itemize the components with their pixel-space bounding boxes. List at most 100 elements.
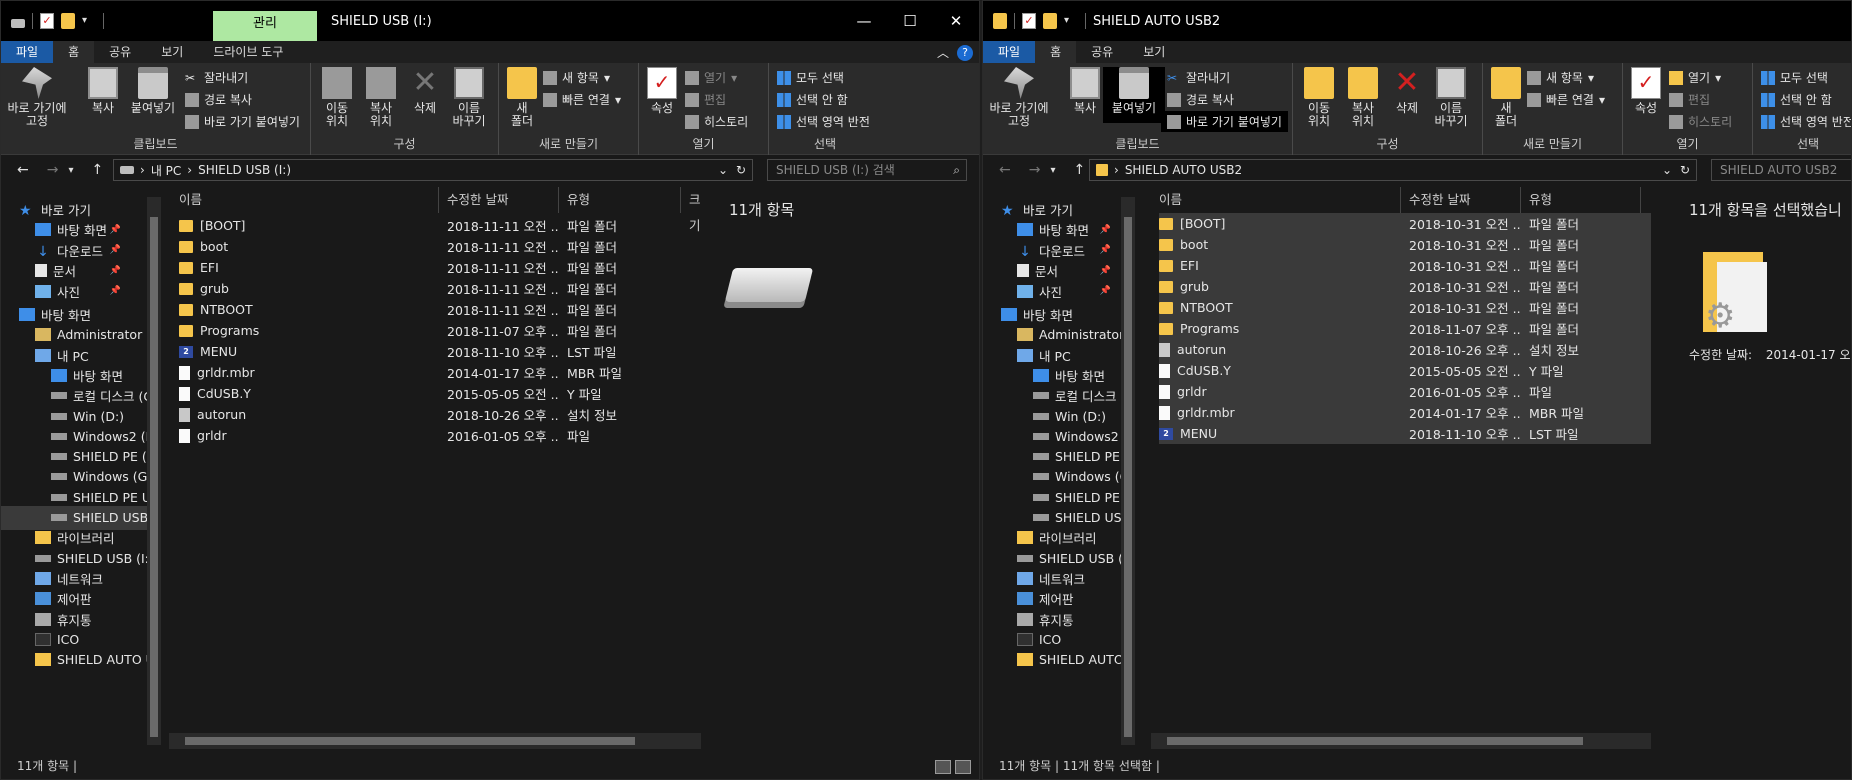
file-row[interactable]: [BOOT] 2018-11-11 오전 ... 파일 폴더	[179, 215, 699, 236]
back-button[interactable]: ←	[17, 162, 29, 180]
cut-button[interactable]: ✂ 잘라내기	[1167, 69, 1230, 86]
properties-button[interactable]: 속성	[645, 67, 679, 115]
copy-button[interactable]: 복사	[1065, 67, 1105, 115]
up-button[interactable]: ↑	[1074, 162, 1086, 180]
select-all-button[interactable]: 모두 선택	[777, 69, 844, 86]
column-date[interactable]: 수정한 날짜	[1401, 187, 1521, 213]
pin-icon[interactable]: 📌	[110, 225, 121, 235]
large-icons-view-icon[interactable]	[955, 760, 971, 774]
pin-quick-access-button[interactable]: 바로 가기에 고정	[7, 67, 67, 128]
maximize-button[interactable]: ☐	[887, 1, 933, 41]
history-button[interactable]: 히스토리	[1669, 113, 1732, 130]
tab-drive-tools[interactable]: 드라이브 도구	[198, 41, 298, 63]
properties-button[interactable]: 속성	[1629, 67, 1663, 115]
new-item-button[interactable]: 새 항목 ▾	[543, 69, 610, 86]
column-name[interactable]: 이름	[171, 187, 439, 213]
tab-file[interactable]: 파일	[1, 41, 54, 63]
breadcrumb-item[interactable]: SHIELD USB (I:)	[198, 163, 291, 177]
minimize-button[interactable]: —	[841, 1, 887, 41]
history-button[interactable]: 히스토리	[685, 113, 748, 130]
column-size[interactable]: 크기	[681, 187, 711, 233]
file-row[interactable]: CdUSB.Y 2015-05-05 오전 ... Y 파일	[1159, 360, 1651, 381]
nav-item[interactable]: 사진 📌	[1, 279, 161, 303]
forward-button[interactable]: →	[1029, 162, 1041, 180]
file-row[interactable]: grub 2018-11-11 오전 ... 파일 폴더	[179, 278, 699, 299]
new-item-button[interactable]: 새 항목 ▾	[1527, 69, 1594, 86]
file-row[interactable]: 2 MENU 2018-11-10 오후 ... LST 파일	[179, 341, 699, 362]
tab-home[interactable]: 홈	[53, 41, 95, 63]
search-input[interactable]: SHIELD USB (I:) 검색 ⌕	[767, 159, 967, 181]
new-folder-icon[interactable]	[61, 13, 75, 29]
customize-toolbar-icon[interactable]: ▾	[82, 13, 96, 29]
copy-path-button[interactable]: 경로 복사	[1167, 91, 1234, 108]
new-folder-button[interactable]: 새 폴더	[1491, 67, 1521, 128]
address-bar[interactable]: › SHIELD AUTO USB2 ⌄ ↻	[1089, 159, 1697, 181]
file-row[interactable]: CdUSB.Y 2015-05-05 오전 ... Y 파일	[179, 383, 699, 404]
refresh-icon[interactable]: ↻	[736, 163, 746, 177]
easy-access-button[interactable]: 빠른 연결 ▾	[1527, 91, 1605, 108]
paste-shortcut-button[interactable]: 바로 가기 붙여넣기	[1161, 111, 1288, 132]
invert-selection-button[interactable]: 선택 영역 반전	[1761, 113, 1851, 130]
file-row[interactable]: EFI 2018-11-11 오전 ... 파일 폴더	[179, 257, 699, 278]
file-row[interactable]: NTBOOT 2018-10-31 오전 ... 파일 폴더	[1159, 297, 1651, 318]
nav-item[interactable]: 사진 📌	[983, 279, 1131, 303]
pin-icon[interactable]: 📌	[1100, 225, 1111, 235]
tab-share[interactable]: 공유	[94, 41, 146, 63]
file-row[interactable]: grldr.mbr 2014-01-17 오후 ... MBR 파일	[1159, 402, 1651, 423]
rename-button[interactable]: 이름 바꾸기	[447, 67, 491, 128]
column-date[interactable]: 수정한 날짜	[439, 187, 559, 213]
new-folder-button[interactable]: 새 폴더	[507, 67, 537, 128]
move-to-button[interactable]: 이동 위치	[317, 67, 357, 128]
rename-button[interactable]: 이름 바꾸기	[1429, 67, 1473, 128]
pin-icon[interactable]: 📌	[1100, 245, 1111, 255]
close-button[interactable]: ✕	[933, 1, 979, 41]
pin-icon[interactable]: 📌	[1100, 286, 1111, 296]
recent-locations-button[interactable]: ▾	[68, 162, 73, 180]
edit-button[interactable]: 편집	[1669, 91, 1710, 108]
paste-shortcut-button[interactable]: 바로 가기 붙여넣기	[185, 113, 300, 130]
tab-file[interactable]: 파일	[983, 41, 1036, 63]
context-tab-manage[interactable]: 관리	[213, 11, 317, 41]
forward-button[interactable]: →	[47, 162, 59, 180]
paste-button[interactable]: 붙여넣기	[1103, 67, 1165, 123]
file-row[interactable]: Programs 2018-11-07 오후 ... 파일 폴더	[1159, 318, 1651, 339]
easy-access-button[interactable]: 빠른 연결 ▾	[543, 91, 621, 108]
tab-view[interactable]: 보기	[146, 41, 198, 63]
drive-icon[interactable]	[11, 18, 25, 28]
nav-item[interactable]: SHIELD AUTO U	[1, 648, 161, 672]
pin-icon[interactable]: 📌	[110, 266, 121, 276]
copy-button[interactable]: 복사	[83, 67, 123, 115]
column-type[interactable]: 유형	[559, 187, 681, 213]
open-button[interactable]: 열기 ▾	[685, 69, 737, 86]
file-row[interactable]: EFI 2018-10-31 오전 ... 파일 폴더	[1159, 255, 1651, 276]
select-none-button[interactable]: 선택 안 함	[777, 91, 848, 108]
recent-locations-button[interactable]: ▾	[1050, 162, 1055, 180]
pin-icon[interactable]: 📌	[1100, 266, 1111, 276]
copy-path-button[interactable]: 경로 복사	[185, 91, 252, 108]
breadcrumb-item[interactable]: 내 PC	[151, 162, 181, 179]
move-to-button[interactable]: 이동 위치	[1299, 67, 1339, 128]
file-row[interactable]: grldr.mbr 2014-01-17 오후 ... MBR 파일	[179, 362, 699, 383]
file-row[interactable]: grldr 2016-01-05 오후 ... 파일	[179, 425, 699, 446]
horizontal-scrollbar[interactable]	[169, 733, 701, 749]
properties-icon[interactable]	[40, 13, 54, 29]
file-row[interactable]: autorun 2018-10-26 오후 ... 설치 정보	[179, 404, 699, 425]
select-none-button[interactable]: 선택 안 함	[1761, 91, 1832, 108]
cut-button[interactable]: ✂ 잘라내기	[185, 69, 248, 86]
details-view-icon[interactable]	[935, 760, 951, 774]
invert-selection-button[interactable]: 선택 영역 반전	[777, 113, 870, 130]
file-row[interactable]: autorun 2018-10-26 오후 ... 설치 정보	[1159, 339, 1651, 360]
nav-scrollbar[interactable]	[147, 197, 161, 745]
file-row[interactable]: NTBOOT 2018-11-11 오전 ... 파일 폴더	[179, 299, 699, 320]
file-row[interactable]: grub 2018-10-31 오전 ... 파일 폴더	[1159, 276, 1651, 297]
chevron-down-icon[interactable]: ⌄	[1662, 163, 1672, 177]
column-type[interactable]: 유형	[1521, 187, 1641, 213]
file-row[interactable]: boot 2018-11-11 오전 ... 파일 폴더	[179, 236, 699, 257]
chevron-down-icon[interactable]: ⌄	[718, 163, 728, 177]
file-row[interactable]: Programs 2018-11-07 오후 ... 파일 폴더	[179, 320, 699, 341]
file-row[interactable]: grldr 2016-01-05 오후 ... 파일	[1159, 381, 1651, 402]
search-input[interactable]: SHIELD AUTO USB2	[1711, 159, 1851, 181]
refresh-icon[interactable]: ↻	[1680, 163, 1690, 177]
properties-icon[interactable]	[1022, 13, 1036, 29]
new-folder-icon[interactable]	[1043, 13, 1057, 29]
